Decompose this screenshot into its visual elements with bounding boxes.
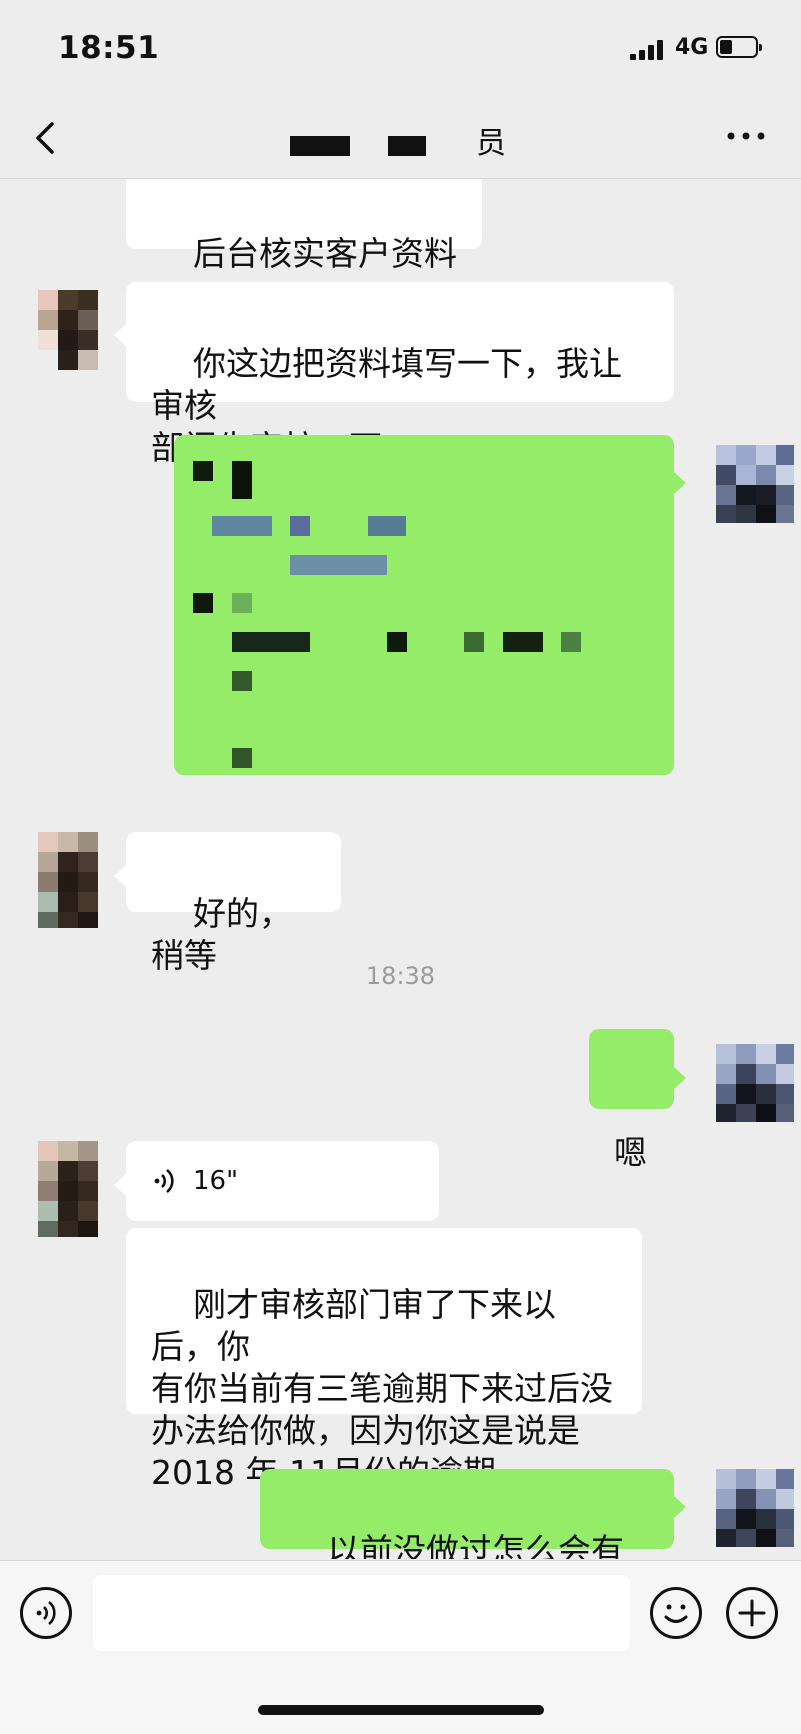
emoji-button[interactable] [650, 1587, 702, 1639]
voice-duration: 16" [193, 1166, 239, 1196]
message-bubble-outgoing[interactable]: 以前没做过怎么会有逾期 [260, 1469, 674, 1559]
message-bubble-incoming[interactable]: 好的，稍等 [126, 832, 341, 975]
image-message-bubble[interactable] [174, 435, 674, 775]
more-dots-icon[interactable] [726, 130, 766, 142]
avatar[interactable] [716, 1469, 794, 1547]
message-bubble-incoming[interactable]: 你这边把资料填写一下，我让审核 部门先审核一下。 [126, 282, 674, 467]
voice-wave-icon [154, 1168, 174, 1194]
chat-area[interactable]: 后台核实客户资料 你这边把资料填写一下，我让审核 部门先审核一下。 [0, 179, 801, 1559]
avatar[interactable] [38, 832, 98, 928]
message-text: 以前没做过怎么会有逾期 [326, 1531, 624, 1559]
avatar[interactable] [38, 290, 98, 386]
avatar[interactable] [38, 1141, 98, 1237]
home-indicator[interactable] [258, 1705, 544, 1715]
chevron-left-icon[interactable] [30, 120, 66, 156]
message-bubble-outgoing[interactable]: 嗯 [589, 1029, 674, 1172]
chat-title: 员 [476, 126, 506, 161]
status-bar: 18:51 4G [0, 0, 801, 100]
message-timestamp: 18:38 [365, 962, 436, 990]
emoji-icon [664, 1604, 688, 1623]
message-text: 刚才审核部门审了下来以后，你 有你当前有三笔逾期下来过后没 办法给你做，因为你这… [151, 1285, 613, 1492]
message-input[interactable] [93, 1575, 630, 1651]
signal-icon [630, 40, 666, 60]
plus-button[interactable] [726, 1587, 778, 1639]
redacted-name-block [290, 136, 350, 156]
voice-icon [36, 1600, 56, 1626]
pixelated-content [174, 435, 674, 775]
voice-input-button[interactable] [20, 1587, 72, 1639]
message-bubble-incoming[interactable]: 刚才审核部门审了下来以后，你 有你当前有三笔逾期下来过后没 办法给你做，因为你这… [126, 1228, 642, 1492]
redacted-name-block [388, 136, 426, 156]
status-time: 18:51 [58, 30, 160, 66]
network-label: 4G [675, 35, 709, 60]
battery-icon [716, 36, 762, 58]
nav-bar: 员 [0, 100, 801, 179]
message-bubble-incoming[interactable]: 后台核实客户资料 [126, 179, 482, 273]
message-text: 后台核实客户资料 [192, 234, 457, 273]
avatar[interactable] [716, 445, 794, 523]
avatar[interactable] [716, 1044, 794, 1122]
message-text: 嗯 [614, 1133, 647, 1172]
voice-message-bubble[interactable]: 16" [126, 1141, 439, 1221]
plus-icon [738, 1599, 766, 1627]
